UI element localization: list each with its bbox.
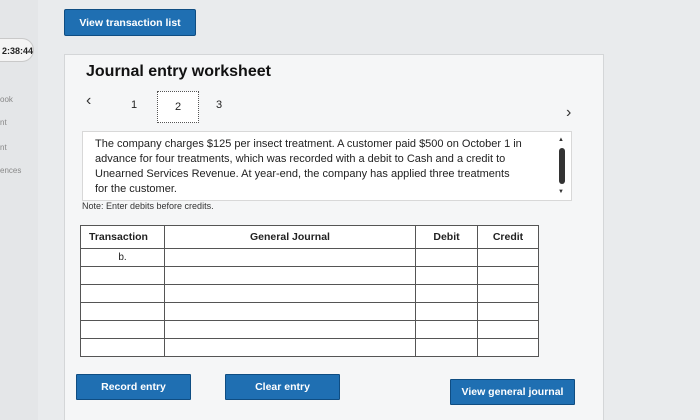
page-tab-1[interactable]: 1 (131, 99, 137, 111)
sidebar-link-references[interactable]: ences (0, 166, 36, 175)
transaction-cell (80, 338, 165, 357)
entry-note: Note: Enter debits before credits. (82, 201, 214, 211)
prev-page-icon[interactable]: ‹ (86, 92, 91, 110)
debit-input[interactable] (415, 266, 478, 285)
transaction-cell (80, 320, 165, 339)
scroll-up-icon[interactable]: ▲ (558, 137, 564, 143)
account-select[interactable] (164, 284, 416, 303)
sidebar-link-print-2[interactable]: nt (0, 143, 36, 152)
transaction-cell (80, 284, 165, 303)
left-sidebar (0, 0, 38, 420)
next-page-icon[interactable]: › (566, 104, 571, 122)
table-row (80, 302, 539, 321)
transaction-cell (80, 302, 165, 321)
credit-input[interactable] (477, 266, 539, 285)
header-general-journal: General Journal (164, 225, 416, 249)
account-select[interactable] (164, 248, 416, 267)
sidebar-link-print[interactable]: nt (0, 118, 36, 127)
worksheet-title: Journal entry worksheet (86, 63, 271, 80)
timer: 2:38:44 (0, 38, 34, 62)
journal-table: Transaction General Journal Debit Credit… (80, 225, 539, 357)
header-credit: Credit (477, 225, 539, 249)
header-transaction: Transaction (80, 225, 165, 249)
table-row (80, 266, 539, 285)
clear-entry-button[interactable]: Clear entry (225, 374, 340, 400)
table-row (80, 284, 539, 303)
account-select[interactable] (164, 338, 416, 357)
transaction-cell: b. (80, 248, 165, 267)
account-select[interactable] (164, 266, 416, 285)
scroll-thumb[interactable] (559, 148, 565, 184)
table-header-row: Transaction General Journal Debit Credit (80, 225, 539, 249)
description-scrollbar[interactable]: ▲ ▼ (557, 137, 567, 199)
table-row: b. (80, 248, 539, 267)
account-select[interactable] (164, 302, 416, 321)
page-tab-3[interactable]: 3 (216, 99, 222, 111)
credit-input[interactable] (477, 248, 539, 267)
account-select[interactable] (164, 320, 416, 339)
view-transaction-list-button[interactable]: View transaction list (64, 9, 196, 36)
debit-input[interactable] (415, 302, 478, 321)
transaction-cell (80, 266, 165, 285)
table-row (80, 320, 539, 339)
credit-input[interactable] (477, 284, 539, 303)
record-entry-button[interactable]: Record entry (76, 374, 191, 400)
credit-input[interactable] (477, 338, 539, 357)
credit-input[interactable] (477, 302, 539, 321)
credit-input[interactable] (477, 320, 539, 339)
page-tab-2[interactable]: 2 (157, 91, 199, 123)
debit-input[interactable] (415, 284, 478, 303)
debit-input[interactable] (415, 338, 478, 357)
header-debit: Debit (415, 225, 478, 249)
scroll-down-icon[interactable]: ▼ (558, 189, 564, 195)
transaction-description: The company charges $125 per insect trea… (95, 138, 522, 195)
table-row (80, 338, 539, 357)
view-general-journal-button[interactable]: View general journal (450, 379, 575, 405)
sidebar-link-book[interactable]: ook (0, 95, 36, 104)
debit-input[interactable] (415, 248, 478, 267)
debit-input[interactable] (415, 320, 478, 339)
